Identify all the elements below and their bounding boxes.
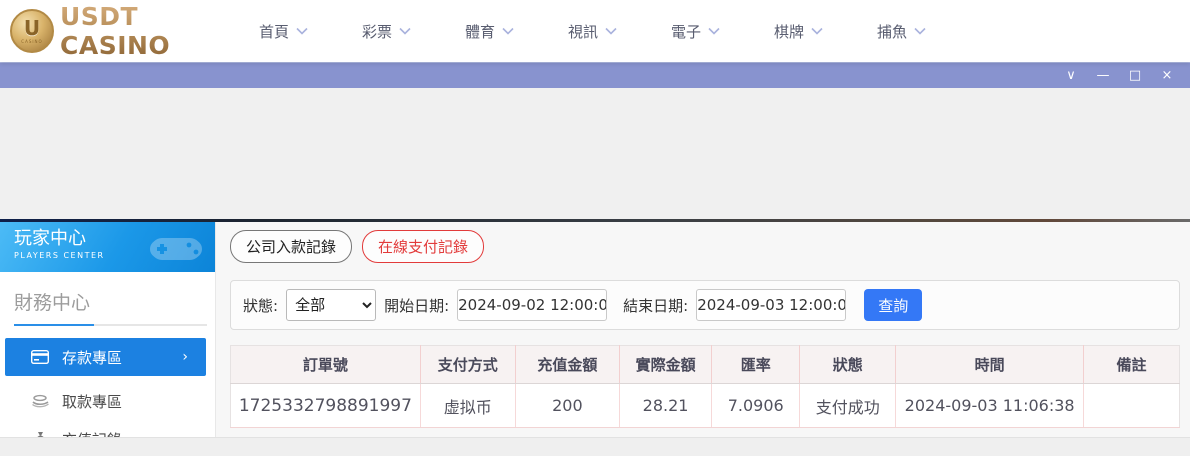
bottom-strip [0, 437, 1190, 456]
search-button[interactable]: 查詢 [864, 289, 922, 321]
nav-item-slots[interactable]: 電子 [644, 21, 747, 42]
chevron-down-icon [811, 27, 823, 35]
payment-records-table: 訂單號 支付方式 充值金額 實際金額 匯率 狀態 時間 備註 172533279… [230, 345, 1180, 428]
nav-label: 體育 [465, 21, 495, 42]
start-date-input[interactable] [457, 289, 607, 321]
cell-remark [1084, 384, 1180, 428]
window-dropdown-icon[interactable]: ∨ [1062, 69, 1080, 82]
cell-status: 支付成功 [800, 384, 896, 428]
end-date-input[interactable] [696, 289, 846, 321]
cell-actual-amount: 28.21 [620, 384, 712, 428]
nav-label: 電子 [671, 21, 701, 42]
cell-order-number: 1725332798891997 [231, 384, 421, 428]
sidebar-item-deposit[interactable]: 存款專區 › [5, 338, 206, 376]
coin-caption: CASINO [21, 39, 42, 44]
nav-item-home[interactable]: 首頁 [232, 21, 335, 42]
col-exchange-rate: 匯率 [712, 346, 800, 384]
window-close-icon[interactable]: × [1158, 69, 1176, 82]
chevron-down-icon [502, 27, 514, 35]
window-maximize-icon[interactable]: □ [1126, 69, 1144, 82]
sidebar-item-label: 取款專區 [62, 391, 122, 412]
section-underline [14, 324, 207, 326]
chevron-right-icon: › [182, 349, 188, 365]
col-order-number: 訂單號 [231, 346, 421, 384]
col-remark: 備註 [1084, 346, 1180, 384]
start-date-label: 開始日期: [384, 295, 449, 316]
col-recharge-amount: 充值金額 [515, 346, 619, 384]
tab-company-deposit-records[interactable]: 公司入款記錄 [230, 230, 352, 263]
cell-time: 2024-09-03 11:06:38 [896, 384, 1084, 428]
coin-letter: U [24, 18, 40, 38]
records-main: 公司入款記錄 在線支付記錄 狀態: 全部 開始日期: 結束日期: 查詢 [216, 222, 1190, 437]
nav-item-fishing[interactable]: 捕魚 [850, 21, 953, 42]
tab-online-payment-records[interactable]: 在線支付記錄 [362, 230, 484, 263]
chevron-down-icon [296, 27, 308, 35]
nav-label: 視訊 [568, 21, 598, 42]
filter-bar: 狀態: 全部 開始日期: 結束日期: 查詢 [230, 280, 1180, 330]
cell-recharge-amount: 200 [515, 384, 619, 428]
brand-logo[interactable]: U CASINO USDT CASINO [0, 2, 232, 60]
col-status: 狀態 [800, 346, 896, 384]
nav-label: 捕魚 [877, 21, 907, 42]
finance-center-label: 財務中心 [14, 288, 215, 315]
gamepad-icon [145, 228, 207, 268]
coin-logo-icon: U CASINO [10, 9, 54, 53]
casino-window: U CASINO USDT CASINO 首頁 彩票 體育 視訊 [0, 0, 1190, 456]
nav-item-lottery[interactable]: 彩票 [335, 21, 438, 42]
sidebar: 玩家中心 PLAYERS CENTER 財務中心 [0, 222, 216, 437]
main-nav: 首頁 彩票 體育 視訊 電子 棋牌 [232, 21, 953, 42]
cell-payment-method: 虚拟币 [420, 384, 515, 428]
nav-item-sports[interactable]: 體育 [438, 21, 541, 42]
record-tabs: 公司入款記錄 在線支付記錄 [230, 230, 1180, 263]
nav-label: 彩票 [362, 21, 392, 42]
sidebar-section: 財務中心 [0, 272, 215, 326]
nav-label: 棋牌 [774, 21, 804, 42]
players-center-panel: 玩家中心 PLAYERS CENTER 財務中心 [0, 222, 1190, 437]
sidebar-item-withdraw[interactable]: 取款專區 [0, 382, 215, 420]
nav-item-board-games[interactable]: 棋牌 [747, 21, 850, 42]
chevron-down-icon [605, 27, 617, 35]
chevron-down-icon [399, 27, 411, 35]
hand-coins-icon [30, 394, 50, 408]
sidebar-item-label: 存款專區 [62, 347, 122, 368]
col-time: 時間 [896, 346, 1084, 384]
bank-card-icon [30, 350, 50, 364]
table-row: 1725332798891997 虚拟币 200 28.21 7.0906 支付… [231, 384, 1180, 428]
end-date-label: 結束日期: [623, 295, 688, 316]
status-select[interactable]: 全部 [286, 289, 376, 321]
brand-name: USDT CASINO [60, 2, 232, 60]
nav-label: 首頁 [259, 21, 289, 42]
window-titlebar: ∨ — □ × [0, 62, 1190, 88]
empty-page-area [0, 88, 1190, 219]
top-navbar: U CASINO USDT CASINO 首頁 彩票 體育 視訊 [0, 0, 1190, 62]
col-actual-amount: 實際金額 [620, 346, 712, 384]
chevron-down-icon [914, 27, 926, 35]
status-label: 狀態: [243, 295, 278, 316]
col-payment-method: 支付方式 [420, 346, 515, 384]
window-minimize-icon[interactable]: — [1094, 69, 1112, 82]
table-header-row: 訂單號 支付方式 充值金額 實際金額 匯率 狀態 時間 備註 [231, 346, 1180, 384]
chevron-down-icon [708, 27, 720, 35]
nav-item-live-video[interactable]: 視訊 [541, 21, 644, 42]
sidebar-header: 玩家中心 PLAYERS CENTER [0, 222, 215, 272]
cell-exchange-rate: 7.0906 [712, 384, 800, 428]
